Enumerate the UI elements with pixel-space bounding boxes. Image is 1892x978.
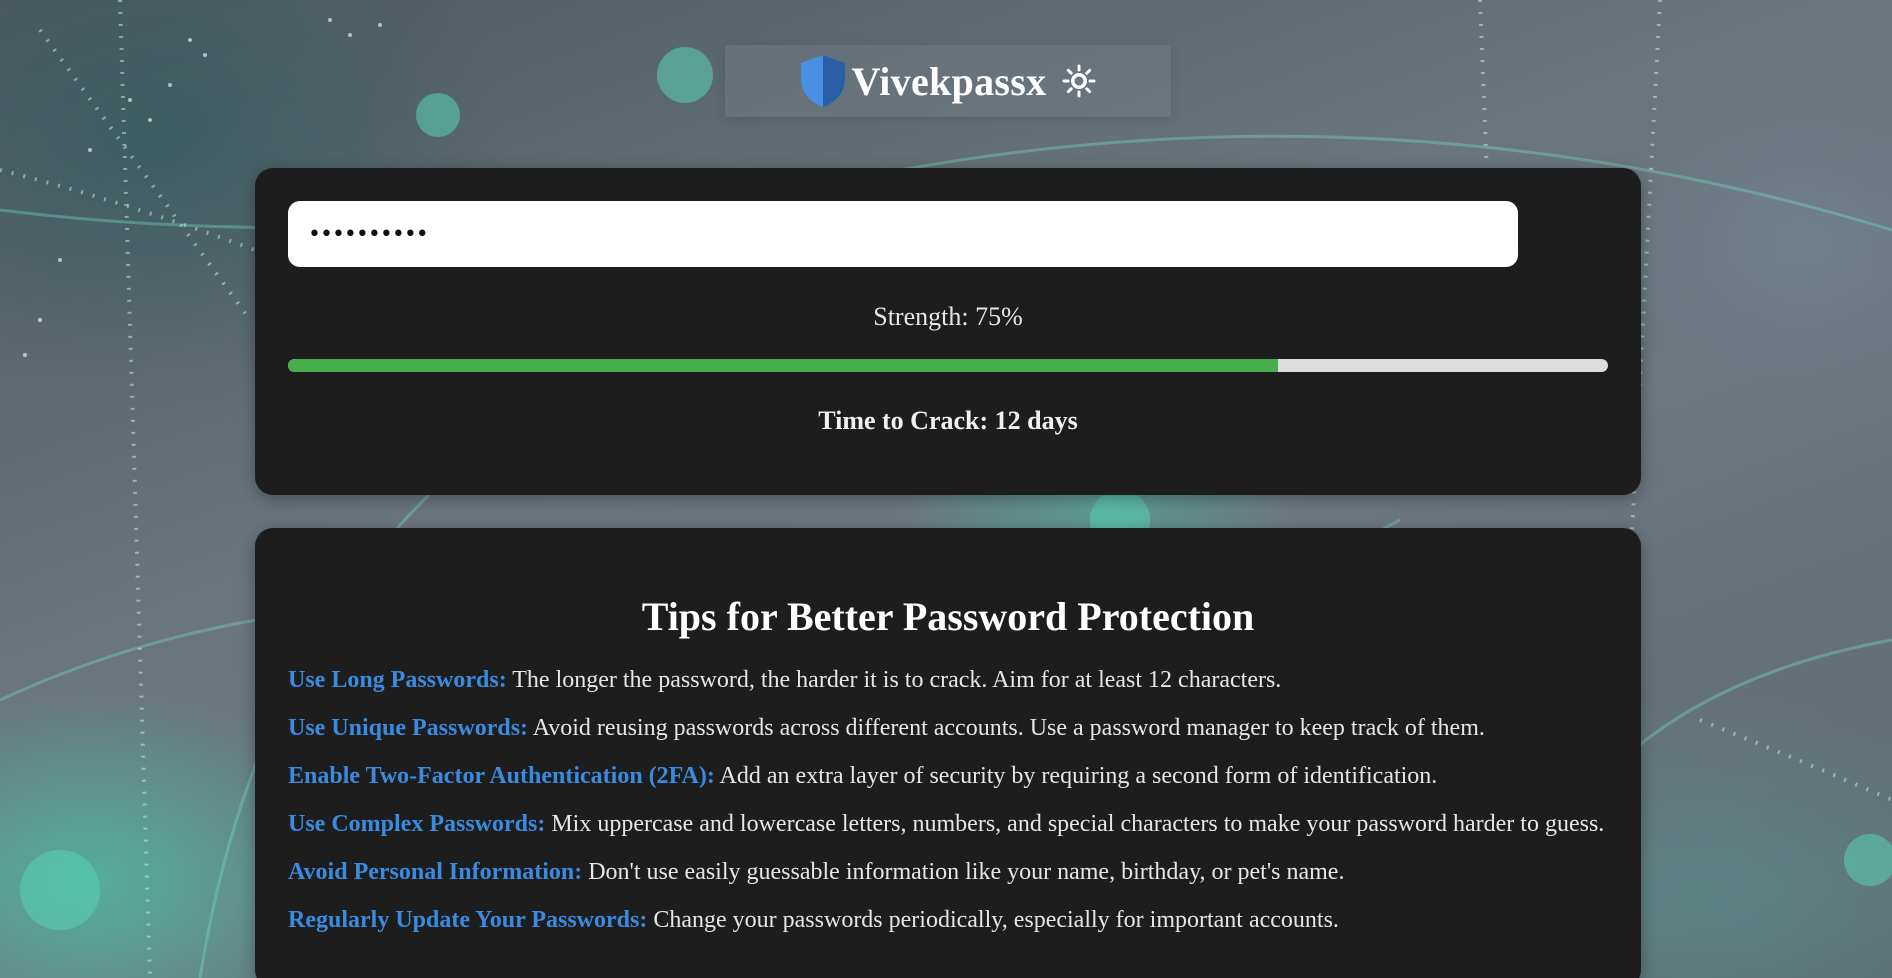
- list-item: Use Long Passwords: The longer the passw…: [288, 665, 1617, 696]
- tip-text: Mix uppercase and lowercase letters, num…: [545, 811, 1605, 837]
- tip-heading: Use Long Passwords:: [288, 667, 507, 693]
- sun-icon[interactable]: [1060, 62, 1098, 100]
- tip-heading: Use Complex Passwords:: [288, 811, 546, 837]
- tip-heading: Enable Two-Factor Authentication (2FA):: [288, 763, 715, 789]
- app-header: Vivekpassx: [725, 45, 1171, 117]
- strength-bar-fill: [288, 359, 1278, 372]
- tip-heading: Use Unique Passwords:: [288, 715, 529, 741]
- strength-bar: [288, 359, 1608, 372]
- tip-text: The longer the password, the harder it i…: [506, 667, 1282, 693]
- brand-title: Vivekpassx: [851, 58, 1047, 104]
- list-item: Enable Two-Factor Authentication (2FA): …: [288, 761, 1617, 792]
- tips-card: Tips for Better Password Protection Use …: [255, 528, 1641, 978]
- tip-text: Don't use easily guessable information l…: [582, 859, 1345, 885]
- shield-icon: [798, 53, 848, 109]
- list-item: Avoid Personal Information: Don't use ea…: [288, 857, 1617, 888]
- tip-text: Avoid reusing passwords across different…: [528, 715, 1485, 741]
- tips-list: Use Long Passwords: The longer the passw…: [288, 665, 1617, 953]
- list-item: Use Complex Passwords: Mix uppercase and…: [288, 809, 1617, 840]
- list-item: Use Unique Passwords: Avoid reusing pass…: [288, 713, 1617, 744]
- time-to-crack-label: Time to Crack: 12 days: [818, 406, 1078, 435]
- password-input[interactable]: [288, 201, 1518, 267]
- strength-label: Strength: 75%: [873, 302, 1023, 331]
- tip-heading: Regularly Update Your Passwords:: [288, 907, 648, 933]
- tip-text: Add an extra layer of security by requir…: [714, 763, 1438, 789]
- tip-heading: Avoid Personal Information:: [288, 859, 583, 885]
- tips-title: Tips for Better Password Protection: [641, 594, 1255, 639]
- tip-text: Change your passwords periodically, espe…: [647, 907, 1339, 933]
- list-item: Regularly Update Your Passwords: Change …: [288, 905, 1617, 936]
- password-checker-card: Strength: 75% Time to Crack: 12 days: [255, 168, 1641, 495]
